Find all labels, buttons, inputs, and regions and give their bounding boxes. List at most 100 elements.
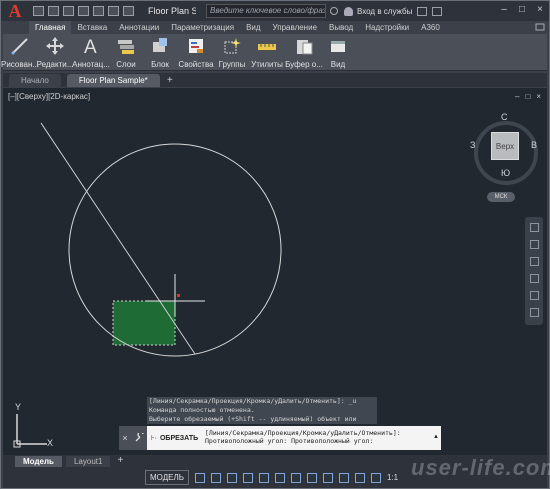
redo-icon[interactable] (123, 6, 134, 16)
clipboard-button[interactable]: Буфер о... (285, 34, 323, 71)
ribbon-tabs: Главная Вставка Аннотации Параметризация… (29, 21, 446, 34)
annotation-scale[interactable]: 1:1 (387, 473, 398, 482)
grid-icon[interactable] (194, 472, 205, 483)
object-snap-tracking-icon[interactable] (274, 472, 285, 483)
search-input[interactable]: Введите ключевое слово/фразу (206, 4, 326, 18)
tab-manage[interactable]: Управление (267, 21, 323, 34)
tab-layout1[interactable]: Layout1 (65, 455, 111, 467)
lineweight-icon[interactable] (306, 472, 317, 483)
undo-icon[interactable] (108, 6, 119, 16)
tab-model[interactable]: Модель (15, 455, 62, 467)
close-button[interactable]: × (535, 5, 545, 15)
ucs-x-label: X (47, 438, 54, 448)
showmotion-icon[interactable] (529, 291, 539, 300)
draw-button[interactable]: Рисован... (1, 34, 39, 71)
ucs-icon: Y X (11, 400, 54, 448)
title-bar: A Floor Plan S... Введите ключевое слово… (1, 1, 549, 21)
app-window: A Floor Plan S... Введите ключевое слово… (0, 0, 550, 489)
command-recent-arrow-icon[interactable]: ▲ (431, 426, 441, 450)
save-as-icon[interactable] (78, 6, 89, 16)
tab-output[interactable]: Вывод (323, 21, 359, 34)
orbit-icon[interactable] (529, 274, 539, 283)
view-button[interactable]: Вид (323, 34, 353, 71)
viewcube-east[interactable]: В (531, 140, 537, 150)
annotation-visibility-icon[interactable] (354, 472, 365, 483)
svg-text:A: A (84, 37, 97, 56)
layers-button[interactable]: Слои (109, 34, 143, 71)
object-snap-icon[interactable] (290, 472, 301, 483)
save-icon[interactable] (63, 6, 74, 16)
tab-annotate[interactable]: Аннотации (113, 21, 165, 34)
open-file-icon[interactable] (48, 6, 59, 16)
auto-scale-icon[interactable] (370, 472, 381, 483)
tab-start[interactable]: Начало (9, 74, 61, 87)
command-history: [Линия/Секрамка/Проекция/Кромка/уДалить/… (147, 397, 377, 424)
viewcube-west[interactable]: З (470, 140, 475, 150)
groups-icon (221, 36, 243, 56)
modify-button[interactable]: Редакти... (37, 34, 73, 71)
block-icon (149, 36, 171, 56)
command-input-box[interactable]: ⊦· ОБРЕЗАТЬ [Линия/Секрамка/Проекция/Кро… (147, 426, 441, 450)
tab-parametric[interactable]: Параметризация (165, 21, 240, 34)
document-title: Floor Plan S... (148, 6, 196, 16)
navbar-menu-icon[interactable] (529, 308, 539, 317)
close-command-line-button[interactable]: × (122, 433, 127, 443)
draw-line-icon (9, 36, 31, 56)
tab-insert[interactable]: Вставка (71, 21, 113, 34)
viewcube-north[interactable]: С (501, 112, 508, 122)
zoom-icon[interactable] (529, 257, 539, 266)
print-icon[interactable] (93, 6, 104, 16)
tab-a360[interactable]: A360 (415, 21, 446, 34)
steering-wheel-icon[interactable] (529, 223, 539, 232)
viewcube-top-face[interactable]: Верх (491, 132, 519, 160)
polar-icon[interactable] (242, 472, 253, 483)
tab-addins[interactable]: Надстройки (359, 21, 415, 34)
ortho-icon[interactable] (226, 472, 237, 483)
isodraft-icon[interactable] (258, 472, 269, 483)
new-layout-button[interactable]: + (114, 455, 126, 467)
measure-icon (256, 36, 278, 56)
command-name: ⊦· ОБРЕЗАТЬ (151, 434, 199, 443)
quick-access-toolbar (33, 6, 134, 16)
utilities-button[interactable]: Утилиты (249, 34, 285, 71)
ribbon-options-icon[interactable] (535, 22, 545, 32)
maximize-button[interactable]: □ (517, 5, 527, 15)
command-prompt-icon: ⊦· (151, 435, 157, 442)
annotation-button[interactable]: A Аннотац... (72, 34, 110, 71)
app-menu-button[interactable]: A (1, 1, 29, 21)
history-line: Выберите обрезаемый (+Shift -- удлиняемы… (147, 415, 377, 424)
tab-home[interactable]: Главная (29, 21, 72, 34)
window-controls: – □ × (499, 5, 545, 15)
viewcube-south[interactable]: Ю (501, 168, 510, 178)
groups-button[interactable]: Группы (215, 34, 249, 71)
block-button[interactable]: Блок (143, 34, 177, 71)
status-toggles (194, 472, 381, 483)
watermark-text: user-life.com (411, 455, 550, 480)
command-line: × ⊦· ОБРЕЗАТЬ [Линия/Секрамка/Проекция/К… (119, 426, 441, 450)
minimize-button[interactable]: – (499, 5, 509, 15)
search-icon[interactable] (330, 7, 338, 15)
command-prompt-text[interactable]: [Линия/Секрамка/Проекция/Кромка/уДалить/… (205, 426, 431, 450)
transparency-icon[interactable] (322, 472, 333, 483)
pan-icon[interactable] (529, 240, 539, 249)
history-line: [Линия/Секрамка/Проекция/Кромка/уДалить/… (147, 397, 377, 406)
command-line-tools: × (119, 426, 147, 450)
wcs-menu[interactable]: МСК (487, 192, 515, 202)
selection-cycling-icon[interactable] (338, 472, 349, 483)
new-tab-button[interactable]: + (164, 75, 176, 87)
diagonal-line-upper (40, 122, 114, 232)
tab-floor-plan-sample[interactable]: Floor Plan Sample* (66, 74, 160, 87)
exchange-apps-icon[interactable] (417, 6, 428, 16)
signin-button[interactable]: Вход в службы (357, 7, 412, 16)
new-file-icon[interactable] (33, 6, 44, 16)
customize-command-line-icon[interactable] (135, 430, 144, 444)
snap-icon[interactable] (210, 472, 221, 483)
tab-view[interactable]: Вид (240, 21, 266, 34)
ucs-y-label: Y (15, 402, 22, 412)
navigation-bar (525, 217, 543, 325)
layers-icon (115, 36, 137, 56)
help-icon[interactable] (432, 6, 443, 16)
model-space-button[interactable]: МОДЕЛЬ (145, 470, 189, 485)
properties-button[interactable]: Свойства (177, 34, 215, 71)
annotation-text-icon: A (80, 36, 102, 56)
